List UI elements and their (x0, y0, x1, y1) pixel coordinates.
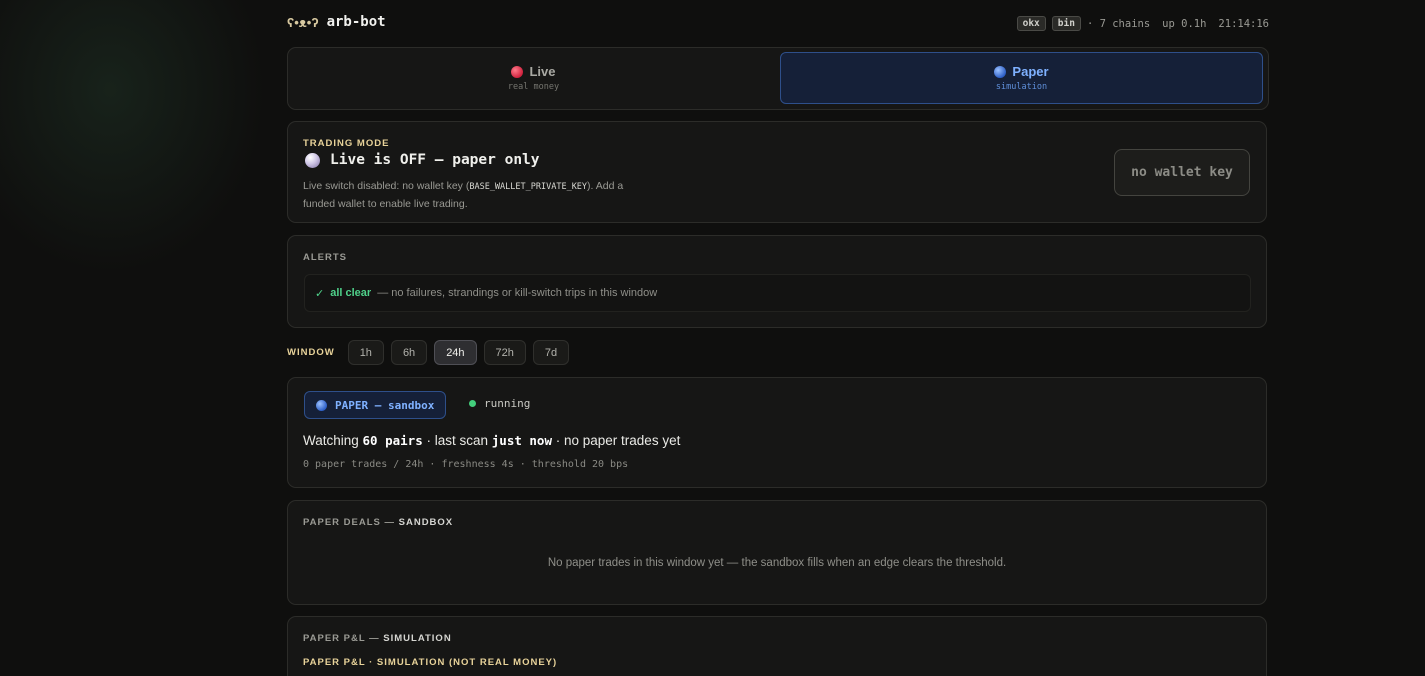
chains-count: · 7 chains (1086, 17, 1151, 30)
summary-text-end: · no paper trades yet (552, 433, 681, 448)
bear-icon: ʕ•ᴥ•ʔ (287, 14, 319, 30)
mode-toggle: Live real money Paper simulation (287, 47, 1269, 110)
alerts-detail: — no failures, strandings or kill-switch… (377, 287, 658, 299)
alerts-status: ✓ all clear — no failures, strandings or… (304, 274, 1251, 312)
no-wallet-key-button[interactable]: no wallet key (1114, 149, 1250, 196)
check-icon: ✓ (315, 287, 325, 300)
paper-pnl-label-bold: SIMULATION (383, 633, 452, 644)
running-label: running (484, 397, 531, 410)
paper-deals-empty-message: No paper trades in this window yet — the… (547, 557, 1007, 569)
window-selector: WINDOW 1h 6h 24h 72h 7d (287, 340, 570, 365)
paper-sublabel: simulation (995, 82, 1048, 92)
scan-stats: 0 paper trades / 24h · freshness 4s · th… (303, 459, 629, 470)
header-status: okx bin · 7 chains up 0.1h 21:14:16 (1016, 16, 1269, 31)
scan-summary: Watching 60 pairs · last scan just now ·… (303, 433, 680, 448)
pairs-count: 60 pairs (362, 433, 423, 448)
blue-dot-icon (994, 65, 1007, 78)
paper-pnl-label: PAPER P&L — SIMULATION (303, 633, 452, 644)
trading-mode-description: Live switch disabled: no wallet key (BAS… (303, 178, 643, 213)
red-dot-icon (511, 65, 524, 78)
paper-pnl-sublabel: PAPER P&L · SIMULATION (NOT REAL MONEY) (303, 657, 558, 668)
summary-text: Watching (303, 433, 363, 448)
trading-mode-heading: Live is OFF — paper only (305, 152, 540, 168)
window-option-7d[interactable]: 7d (532, 340, 570, 365)
live-label: Live (529, 64, 556, 79)
paper-deals-label-bold: SANDBOX (398, 517, 454, 528)
window-option-6h[interactable]: 6h (390, 340, 428, 365)
live-sublabel: real money (507, 82, 560, 92)
trading-mode-label: TRADING MODE (303, 138, 390, 149)
paper-mode-button[interactable]: Paper simulation (780, 52, 1263, 104)
live-mode-button[interactable]: Live real money (292, 52, 775, 104)
blue-dot-icon (316, 399, 327, 411)
paper-label: Paper (1012, 64, 1049, 79)
trading-mode-title: Live is OFF — paper only (330, 152, 540, 168)
exchange-chip-okx: okx (1016, 16, 1046, 31)
exchange-chip-bin: bin (1051, 16, 1081, 31)
window-option-72h[interactable]: 72h (483, 340, 526, 365)
clock: 21:14:16 (1218, 17, 1269, 30)
paper-pnl-card: PAPER P&L — SIMULATION PAPER P&L · SIMUL… (287, 616, 1267, 676)
top-bar: ʕ•ᴥ•ʔ arb-bot okx bin · 7 chains up 0.1h… (287, 14, 1269, 36)
status-card: PAPER — sandbox running Watching 60 pair… (287, 377, 1267, 488)
mode-badge-label: PAPER — sandbox (335, 398, 435, 412)
trading-mode-card: TRADING MODE Live is OFF — paper only Li… (287, 121, 1267, 223)
paper-deals-card: PAPER DEALS — SANDBOX No paper trades in… (287, 500, 1267, 605)
running-status: running (469, 397, 530, 410)
alerts-label: ALERTS (303, 252, 347, 263)
window-label: WINDOW (287, 347, 335, 358)
window-option-24h[interactable]: 24h (434, 340, 477, 365)
green-dot-icon (469, 400, 476, 407)
mode-badge: PAPER — sandbox (304, 391, 447, 419)
paper-deals-label-text: PAPER DEALS — (303, 517, 399, 528)
alerts-card: ALERTS ✓ all clear — no failures, strand… (287, 235, 1267, 328)
app-title: arb-bot (326, 14, 386, 30)
desc-text: Live switch disabled: no wallet key ( (303, 180, 470, 192)
env-var-name: BASE_WALLET_PRIVATE_KEY (469, 182, 588, 192)
alerts-ok-text: all clear (330, 287, 372, 299)
pearl-icon (305, 152, 320, 168)
window-option-1h[interactable]: 1h (347, 340, 384, 365)
last-scan: just now (491, 433, 552, 448)
summary-text-mid: · last scan (422, 433, 492, 448)
brand: ʕ•ᴥ•ʔ arb-bot (287, 14, 386, 30)
uptime: up 0.1h (1162, 17, 1207, 30)
paper-deals-label: PAPER DEALS — SANDBOX (303, 517, 453, 528)
paper-pnl-label-text: PAPER P&L — (303, 633, 384, 644)
